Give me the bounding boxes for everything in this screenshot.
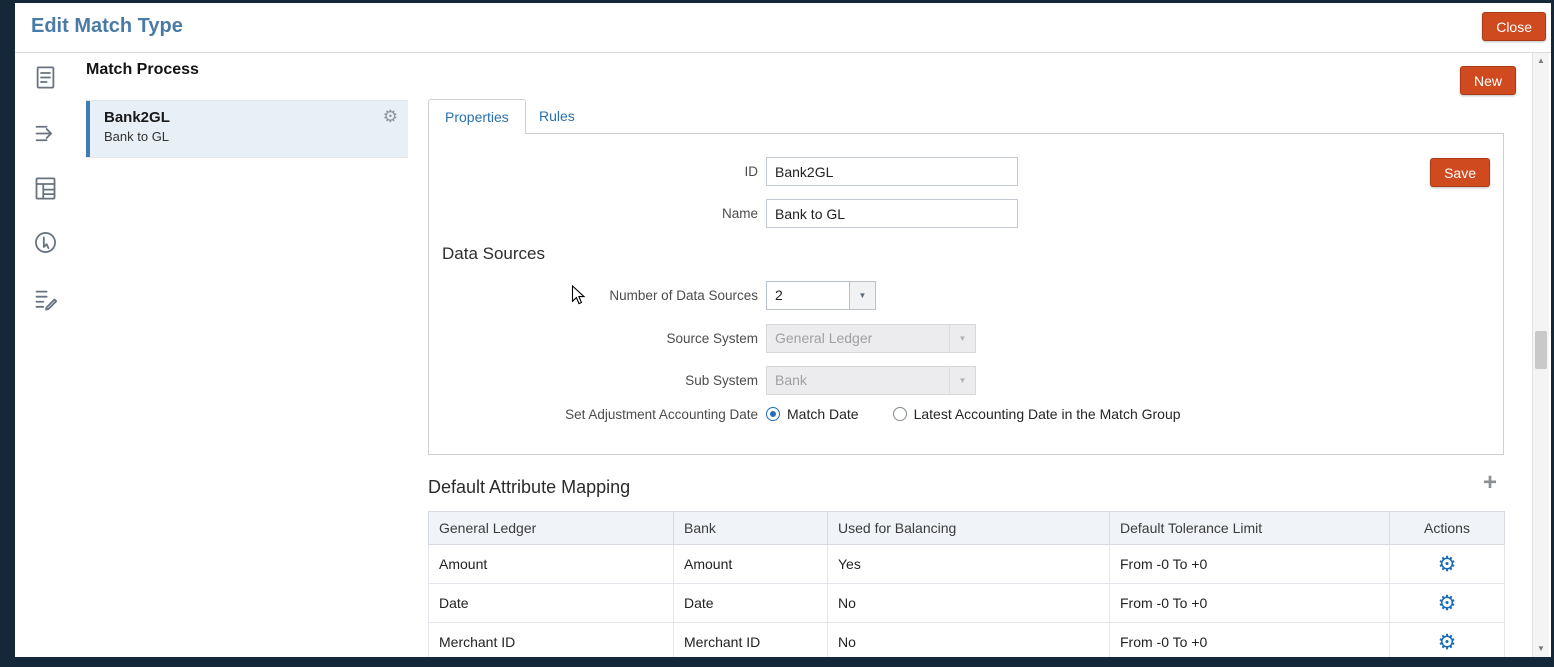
list-item-bank2gl[interactable]: Bank2GL Bank to GL ⚙	[86, 101, 408, 157]
table-row: Amount Amount Yes From -0 To +0 ⚙	[429, 545, 1505, 584]
cell-used-for-balancing: No	[828, 584, 1110, 623]
sidebar-item-data-table[interactable]	[29, 172, 61, 204]
dropdown-arrow-icon: ▼	[949, 367, 975, 394]
row-actions-gear-icon[interactable]: ⚙	[1438, 553, 1457, 576]
source-system-value: General Ledger	[767, 325, 949, 352]
cell-bank: Merchant ID	[674, 623, 828, 658]
scrollbar-thumb[interactable]	[1535, 331, 1547, 369]
default-attribute-mapping-heading: Default Attribute Mapping	[428, 477, 630, 498]
radio-latest-date-label: Latest Accounting Date in the Match Grou…	[914, 406, 1181, 422]
number-of-data-sources-combobox[interactable]: 2 ▼	[766, 281, 876, 310]
add-mapping-plus-icon[interactable]: +	[1483, 471, 1497, 495]
column-bank: Bank	[674, 512, 828, 545]
radio-unselected-icon[interactable]	[893, 407, 907, 421]
list-edit-icon	[32, 286, 59, 313]
edit-match-type-window: Edit Match Type Close	[0, 0, 1554, 667]
name-field[interactable]	[766, 199, 1018, 228]
cell-general-ledger: Date	[429, 584, 674, 623]
close-button[interactable]: Close	[1482, 12, 1546, 41]
data-sources-heading: Data Sources	[442, 244, 545, 264]
item-settings-gear-icon[interactable]: ⚙	[383, 107, 398, 127]
set-adjustment-accounting-date-label: Set Adjustment Accounting Date	[429, 407, 766, 422]
cell-default-tolerance-limit: From -0 To +0	[1110, 584, 1390, 623]
app-header: Edit Match Type Close	[15, 3, 1551, 53]
spreadsheet-icon	[32, 175, 59, 202]
new-button[interactable]: New	[1460, 66, 1516, 95]
vertical-scrollbar[interactable]: ▲ ▼	[1532, 53, 1549, 657]
scroll-down-icon[interactable]: ▼	[1533, 641, 1549, 657]
id-field[interactable]	[766, 157, 1018, 186]
radio-selected-icon[interactable]	[766, 407, 780, 421]
table-row: Merchant ID Merchant ID No From -0 To +0…	[429, 623, 1505, 658]
page-title: Edit Match Type	[31, 15, 183, 38]
cell-bank: Date	[674, 584, 828, 623]
dropdown-arrow-icon: ▼	[949, 325, 975, 352]
list-item-name: Bank2GL	[104, 109, 408, 126]
scroll-up-icon[interactable]: ▲	[1533, 53, 1549, 69]
sidebar-item-activity[interactable]	[29, 226, 61, 258]
number-of-data-sources-label: Number of Data Sources	[429, 288, 766, 303]
attribute-mapping-table: General Ledger Bank Used for Balancing D…	[428, 511, 1505, 657]
tab-rules[interactable]: Rules	[531, 99, 583, 134]
dropdown-arrow-icon[interactable]: ▼	[849, 282, 875, 309]
report-icon	[32, 64, 59, 91]
cell-general-ledger: Merchant ID	[429, 623, 674, 658]
radio-latest-accounting-date[interactable]: Latest Accounting Date in the Match Grou…	[893, 406, 1181, 422]
cell-default-tolerance-limit: From -0 To +0	[1110, 623, 1390, 658]
sub-system-value: Bank	[767, 367, 949, 394]
tab-properties[interactable]: Properties	[428, 99, 526, 134]
cell-used-for-balancing: Yes	[828, 545, 1110, 584]
cell-used-for-balancing: No	[828, 623, 1110, 658]
row-actions-gear-icon[interactable]: ⚙	[1438, 631, 1457, 654]
arrow-transfer-icon	[32, 120, 59, 147]
left-icon-rail	[15, 53, 77, 657]
id-label: ID	[429, 164, 766, 179]
sub-system-select: Bank ▼	[766, 366, 976, 395]
sidebar-item-audit[interactable]	[29, 283, 61, 315]
sidebar-item-report[interactable]	[29, 61, 61, 93]
window-content: Edit Match Type Close	[15, 3, 1551, 657]
combobox-value: 2	[767, 282, 849, 309]
radio-match-date-label: Match Date	[787, 406, 859, 422]
adjustment-date-radio-group: Match Date Latest Accounting Date in the…	[766, 406, 1181, 422]
source-system-label: Source System	[429, 331, 766, 346]
source-system-select: General Ledger ▼	[766, 324, 976, 353]
table-header-row: General Ledger Bank Used for Balancing D…	[429, 512, 1505, 545]
row-actions-gear-icon[interactable]: ⚙	[1438, 592, 1457, 615]
column-general-ledger: General Ledger	[429, 512, 674, 545]
column-used-for-balancing: Used for Balancing	[828, 512, 1110, 545]
column-actions: Actions	[1390, 512, 1505, 545]
list-item-description: Bank to GL	[104, 129, 408, 144]
name-label: Name	[429, 206, 766, 221]
sub-system-label: Sub System	[429, 373, 766, 388]
mouse-cursor	[571, 285, 586, 306]
match-process-list: Bank2GL Bank to GL ⚙	[86, 100, 408, 158]
sidebar-item-match-process[interactable]	[29, 117, 61, 149]
cell-bank: Amount	[674, 545, 828, 584]
cell-default-tolerance-limit: From -0 To +0	[1110, 545, 1390, 584]
pointer-circle-icon	[32, 229, 59, 256]
match-process-heading: Match Process	[86, 61, 199, 79]
column-default-tolerance-limit: Default Tolerance Limit	[1110, 512, 1390, 545]
cell-general-ledger: Amount	[429, 545, 674, 584]
table-row: Date Date No From -0 To +0 ⚙	[429, 584, 1505, 623]
properties-panel: Save ID Name Data Sources Number of Data…	[428, 133, 1504, 455]
radio-match-date[interactable]: Match Date	[766, 406, 859, 422]
